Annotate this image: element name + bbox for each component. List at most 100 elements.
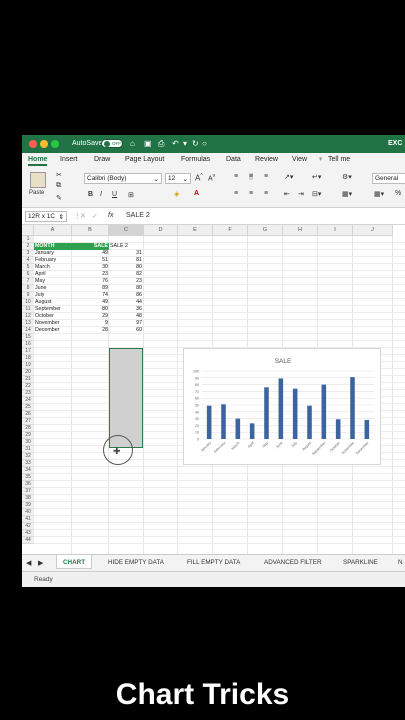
row-header[interactable]: 38 <box>22 495 34 502</box>
borders-icon[interactable]: ⊞ <box>128 191 134 199</box>
row-header[interactable]: 43 <box>22 530 34 537</box>
sale-2-cell[interactable]: 44 <box>109 299 143 306</box>
fill-color-icon[interactable]: ◈ <box>174 190 179 198</box>
row-header[interactable]: 21 <box>22 376 34 383</box>
column-header[interactable]: J <box>353 225 393 236</box>
column-header[interactable]: H <box>283 225 318 236</box>
italic-button[interactable]: I <box>100 191 102 198</box>
sale-cell[interactable]: 23 <box>72 271 109 278</box>
column-header[interactable]: I <box>318 225 353 236</box>
row-header[interactable]: 4 <box>22 257 34 264</box>
row-header[interactable]: 34 <box>22 467 34 474</box>
row-header[interactable]: 29 <box>22 432 34 439</box>
row-header[interactable]: 10 <box>22 299 34 306</box>
column-header[interactable]: D <box>144 225 178 236</box>
align-left-icon[interactable]: ≡ <box>234 190 238 197</box>
row-header[interactable]: 36 <box>22 481 34 488</box>
header-sale[interactable]: SALE <box>72 243 109 250</box>
close-window-button[interactable] <box>29 140 37 148</box>
row-header[interactable]: 28 <box>22 425 34 432</box>
row-header[interactable]: 26 <box>22 411 34 418</box>
zoom-window-button[interactable] <box>51 140 59 148</box>
selected-range[interactable] <box>109 348 143 448</box>
font-size-select[interactable]: 12 ⌄ <box>165 173 191 184</box>
row-header[interactable]: 13 <box>22 320 34 327</box>
formula-input[interactable]: SALE 2 <box>126 212 150 219</box>
sale-cell[interactable]: 30 <box>72 264 109 271</box>
name-box[interactable]: 12R x 1C ⇕ <box>25 211 67 222</box>
month-cell[interactable]: September <box>34 306 72 313</box>
sheet-tab-sparkline[interactable]: SPARKLINE <box>343 559 378 566</box>
tab-formulas[interactable]: Formulas <box>181 156 210 163</box>
month-cell[interactable]: May <box>34 278 72 285</box>
sale-cell[interactable]: 28 <box>72 327 109 334</box>
row-header[interactable]: 31 <box>22 446 34 453</box>
row-header[interactable]: 40 <box>22 509 34 516</box>
column-header[interactable]: G <box>248 225 283 236</box>
sale-cell[interactable]: 80 <box>72 306 109 313</box>
row-header[interactable]: 6 <box>22 271 34 278</box>
paste-icon[interactable] <box>30 172 46 188</box>
month-cell[interactable]: March <box>34 264 72 271</box>
autosave-toggle[interactable]: OFF <box>101 139 123 148</box>
column-header[interactable]: A <box>34 225 72 236</box>
align-middle-icon[interactable]: ≡ <box>249 173 254 180</box>
row-header[interactable]: 42 <box>22 523 34 530</box>
sale-cell[interactable]: 9 <box>72 320 109 327</box>
decrease-font-icon[interactable]: Av <box>208 173 215 182</box>
tab-tell-me[interactable]: Tell me <box>328 156 350 163</box>
currency-icon[interactable]: ▦▾ <box>374 190 384 198</box>
row-header[interactable]: 33 <box>22 460 34 467</box>
row-header[interactable]: 5 <box>22 264 34 271</box>
outdent-icon[interactable]: ⇥ <box>298 190 304 198</box>
scissors-icon[interactable]: ✂ <box>56 171 62 179</box>
row-header[interactable]: 2 <box>22 243 34 250</box>
row-header[interactable]: 35 <box>22 474 34 481</box>
sale-chart[interactable]: SALE 0 10 20 30 40 50 60 70 80 90 100 January Februar… <box>183 348 381 465</box>
header-month[interactable]: MONTH <box>34 243 72 250</box>
row-header[interactable]: 14 <box>22 327 34 334</box>
sale-2-cell[interactable]: 23 <box>109 278 143 285</box>
indent-icon[interactable]: ⇤ <box>284 190 290 198</box>
function-icon[interactable]: fx <box>108 212 113 219</box>
row-header[interactable]: 23 <box>22 390 34 397</box>
conditional-icon[interactable]: ⚙▾ <box>342 173 352 181</box>
sale-cell[interactable]: 29 <box>72 313 109 320</box>
chevron-down-icon[interactable]: ▾ <box>183 139 187 148</box>
increase-font-icon[interactable]: A^ <box>195 173 203 183</box>
row-header[interactable]: 24 <box>22 397 34 404</box>
sale-2-cell[interactable]: 60 <box>109 327 143 334</box>
print-icon[interactable]: ⎙ <box>158 139 164 149</box>
month-cell[interactable]: November <box>34 320 72 327</box>
tab-data[interactable]: Data <box>226 156 241 163</box>
row-header[interactable]: 25 <box>22 404 34 411</box>
sale-2-cell[interactable]: 81 <box>109 257 143 264</box>
row-header[interactable]: 37 <box>22 488 34 495</box>
row-header[interactable]: 22 <box>22 383 34 390</box>
undo-icon[interactable]: ↶ <box>172 139 179 148</box>
select-all-corner[interactable] <box>22 225 34 236</box>
row-header[interactable]: 30 <box>22 439 34 446</box>
sheet-tab-chart[interactable]: CHART <box>56 555 93 569</box>
row-header[interactable]: 12 <box>22 313 34 320</box>
sale-cell[interactable]: 51 <box>72 257 109 264</box>
row-header[interactable]: 44 <box>22 537 34 544</box>
align-bottom-icon[interactable]: ≡ <box>264 173 268 180</box>
month-cell[interactable]: June <box>34 285 72 292</box>
scroll-right-icon[interactable]: ▶ <box>38 559 43 567</box>
row-header[interactable]: 1 <box>22 236 34 243</box>
font-name-select[interactable]: Calibri (Body) ⌄ <box>84 173 162 184</box>
row-header[interactable]: 9 <box>22 292 34 299</box>
align-top-icon[interactable]: ≡ <box>234 173 238 180</box>
sale-2-cell[interactable]: 97 <box>109 320 143 327</box>
month-cell[interactable]: January <box>34 250 72 257</box>
row-header[interactable]: 7 <box>22 278 34 285</box>
header-sale-2[interactable]: SALE 2 <box>109 243 143 250</box>
paste-label[interactable]: Paste <box>29 190 44 196</box>
sale-2-cell[interactable]: 80 <box>109 264 143 271</box>
confirm-icon[interactable]: ✓ <box>92 212 98 220</box>
sheet-tab-hide-empty-data[interactable]: HIDE EMPTY DATA <box>108 559 164 566</box>
sheet-tab-advanced-filter[interactable]: ADVANCED FILTER <box>264 559 322 566</box>
minimize-window-button[interactable] <box>40 140 48 148</box>
column-header[interactable]: B <box>72 225 109 236</box>
